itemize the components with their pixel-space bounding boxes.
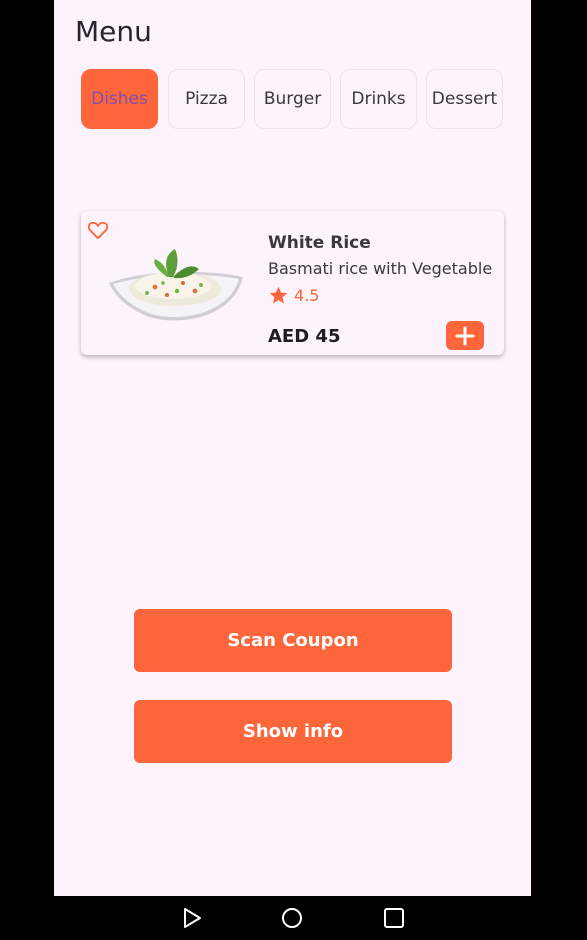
- heart-outline-icon[interactable]: [87, 220, 109, 240]
- app-screen: Menu Dishes Pizza Burger Drinks Dessert: [54, 0, 531, 896]
- back-icon[interactable]: [181, 907, 203, 929]
- scan-coupon-button[interactable]: Scan Coupon: [134, 609, 452, 672]
- dish-image: [109, 249, 243, 321]
- tab-dessert[interactable]: Dessert: [426, 69, 503, 129]
- tab-burger[interactable]: Burger: [254, 69, 331, 129]
- star-icon: [269, 286, 288, 304]
- show-info-button[interactable]: Show info: [134, 700, 452, 763]
- tab-dishes[interactable]: Dishes: [81, 69, 158, 129]
- add-to-cart-button[interactable]: [446, 321, 484, 350]
- rating-value: 4.5: [294, 286, 320, 305]
- dish-name: White Rice: [268, 233, 371, 253]
- home-icon[interactable]: [281, 907, 303, 929]
- category-tabs: Dishes Pizza Burger Drinks Dessert: [81, 69, 521, 131]
- page-title: Menu: [75, 15, 152, 48]
- dish-card[interactable]: White Rice Basmati rice with Vegetable 4…: [81, 211, 504, 355]
- system-nav-bar: [0, 896, 587, 940]
- dish-price: AED 45: [268, 326, 341, 347]
- dish-description: Basmati rice with Vegetable: [268, 259, 493, 278]
- recents-icon[interactable]: [383, 907, 405, 929]
- plus-icon: [455, 326, 475, 345]
- tab-pizza[interactable]: Pizza: [168, 69, 245, 129]
- dish-rating: 4.5: [268, 285, 319, 306]
- tab-drinks[interactable]: Drinks: [340, 69, 417, 129]
